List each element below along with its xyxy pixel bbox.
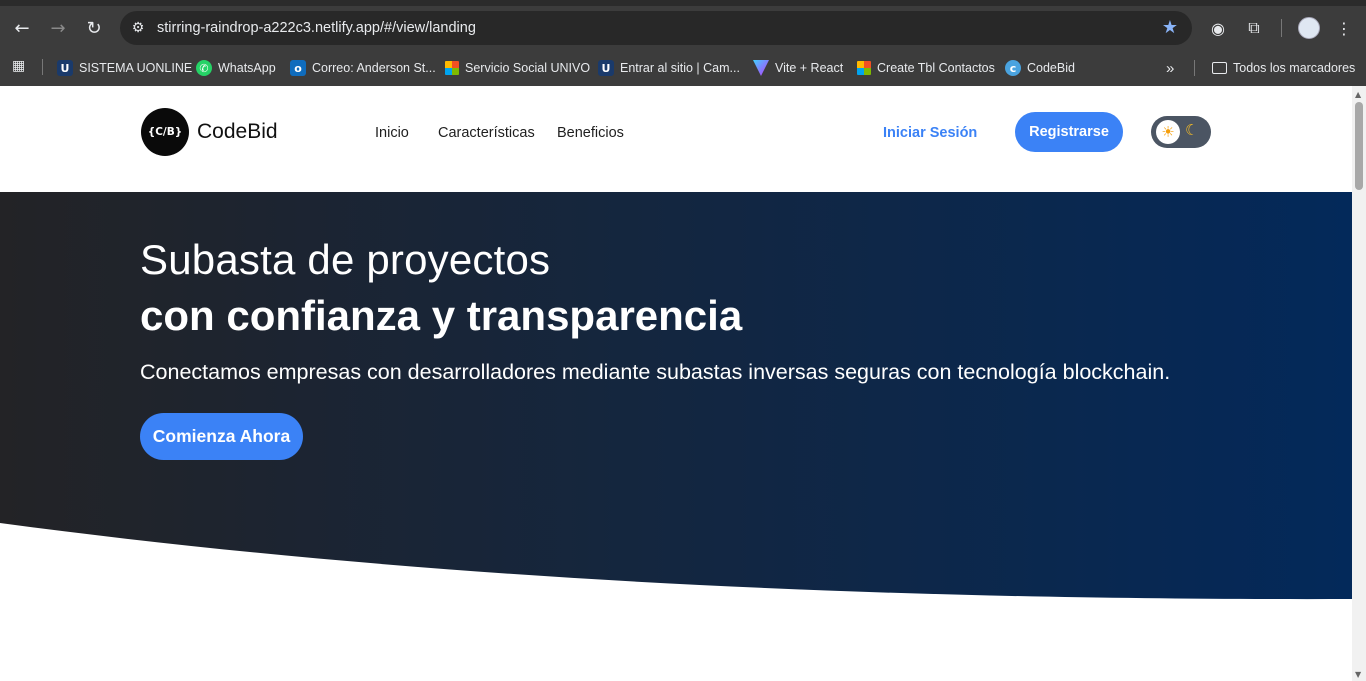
bookmark-label: WhatsApp bbox=[218, 61, 276, 75]
site-header: {C/B} CodeBid Inicio Características Ben… bbox=[0, 86, 1352, 192]
codebid-icon: c bbox=[1005, 60, 1021, 76]
bookmarks-divider bbox=[1194, 60, 1195, 76]
microsoft-icon bbox=[445, 61, 459, 75]
page-scrollbar[interactable]: ▲ ▼ bbox=[1352, 86, 1366, 681]
reload-icon[interactable]: ↻ bbox=[80, 14, 108, 42]
nav-inicio[interactable]: Inicio bbox=[375, 125, 409, 141]
all-bookmarks-label: Todos los marcadores bbox=[1233, 61, 1356, 75]
login-link[interactable]: Iniciar Sesión bbox=[883, 125, 977, 141]
hero-title-light: Subasta de proyectos bbox=[140, 236, 551, 283]
outlook-icon: o bbox=[290, 60, 306, 76]
bookmark-label: Correo: Anderson St... bbox=[312, 61, 436, 75]
bookmark-label: Create Tbl Contactos bbox=[877, 61, 995, 75]
bookmark-item[interactable]: Create Tbl Contactos bbox=[857, 57, 995, 79]
scroll-thumb[interactable] bbox=[1355, 102, 1363, 190]
bookmarks-divider bbox=[42, 59, 43, 75]
microsoft-icon bbox=[857, 61, 871, 75]
profile-avatar[interactable] bbox=[1298, 17, 1320, 39]
bookmark-label: SISTEMA UONLINE bbox=[79, 61, 193, 75]
register-button[interactable]: Registrarse bbox=[1015, 112, 1123, 152]
extensions-icon[interactable]: ⧉ bbox=[1243, 17, 1265, 39]
brand-name[interactable]: CodeBid bbox=[197, 120, 278, 144]
bookmark-label: Entrar al sitio | Cam... bbox=[620, 61, 740, 75]
theme-toggle[interactable]: ☀ ☾ bbox=[1151, 116, 1211, 148]
bookmark-label: Vite + React bbox=[775, 61, 844, 75]
forward-icon[interactable]: → bbox=[44, 14, 72, 42]
moon-icon: ☾ bbox=[1185, 121, 1199, 139]
apps-grid-icon[interactable]: ▦ bbox=[12, 58, 28, 74]
hero-section: Subasta de proyectos con confianza y tra… bbox=[0, 192, 1352, 681]
vite-icon bbox=[753, 60, 769, 76]
bookmark-label: Servicio Social UNIVO bbox=[465, 61, 591, 75]
u-icon: U bbox=[598, 60, 614, 76]
extension-profile-icon[interactable]: ◉ bbox=[1207, 17, 1229, 39]
whatsapp-icon: ✆ bbox=[196, 60, 212, 76]
scroll-up-icon[interactable]: ▲ bbox=[1355, 90, 1363, 99]
u-icon: U bbox=[57, 60, 73, 76]
url-text[interactable]: stirring-raindrop-a222c3.netlify.app/#/v… bbox=[157, 20, 476, 36]
get-started-button[interactable]: Comienza Ahora bbox=[140, 413, 303, 460]
bookmark-item[interactable]: ✆ WhatsApp bbox=[196, 57, 276, 79]
bookmark-item[interactable]: o Correo: Anderson St... bbox=[290, 57, 436, 79]
browser-toolbar: ← → ↻ ⚙ stirring-raindrop-a222c3.netlify… bbox=[0, 0, 1366, 50]
browser-chrome: ← → ↻ ⚙ stirring-raindrop-a222c3.netlify… bbox=[0, 0, 1366, 86]
address-bar[interactable]: ⚙ stirring-raindrop-a222c3.netlify.app/#… bbox=[120, 11, 1192, 45]
back-icon[interactable]: ← bbox=[8, 14, 36, 42]
bookmark-item[interactable]: U SISTEMA UONLINE bbox=[57, 57, 192, 79]
all-bookmarks-folder[interactable]: Todos los marcadores bbox=[1212, 57, 1355, 79]
bookmarks-bar: ▦ U SISTEMA UONLINE ✆ WhatsApp o Correo: An… bbox=[0, 50, 1366, 86]
folder-icon bbox=[1212, 62, 1227, 74]
nav-beneficios[interactable]: Beneficios bbox=[557, 125, 624, 141]
bookmark-item[interactable]: Servicio Social UNIVO bbox=[445, 57, 590, 79]
tab-strip bbox=[0, 0, 1366, 6]
nav-caracteristicas[interactable]: Características bbox=[438, 125, 535, 141]
bookmark-item[interactable]: U Entrar al sitio | Cam... bbox=[598, 57, 740, 79]
toolbar-divider bbox=[1281, 19, 1282, 37]
bookmark-label: CodeBid bbox=[1027, 61, 1075, 75]
site-info-icon[interactable]: ⚙ bbox=[128, 18, 148, 38]
scroll-down-icon[interactable]: ▼ bbox=[1355, 670, 1363, 679]
hero-subtitle: Conectamos empresas con desarrolladores … bbox=[140, 360, 1171, 384]
sun-icon: ☀ bbox=[1156, 120, 1180, 144]
menu-icon[interactable]: ⋮ bbox=[1333, 17, 1355, 39]
logo-mark[interactable]: {C/B} bbox=[141, 108, 189, 156]
bookmark-item[interactable]: Vite + React bbox=[753, 57, 843, 79]
bookmark-star-icon[interactable]: ★ bbox=[1162, 17, 1178, 38]
more-bookmarks-icon[interactable]: » bbox=[1166, 57, 1174, 79]
bookmark-item[interactable]: c CodeBid bbox=[1005, 57, 1075, 79]
page-viewport: {C/B} CodeBid Inicio Características Ben… bbox=[0, 86, 1352, 681]
hero-title-bold: con confianza y transparencia bbox=[140, 292, 743, 339]
